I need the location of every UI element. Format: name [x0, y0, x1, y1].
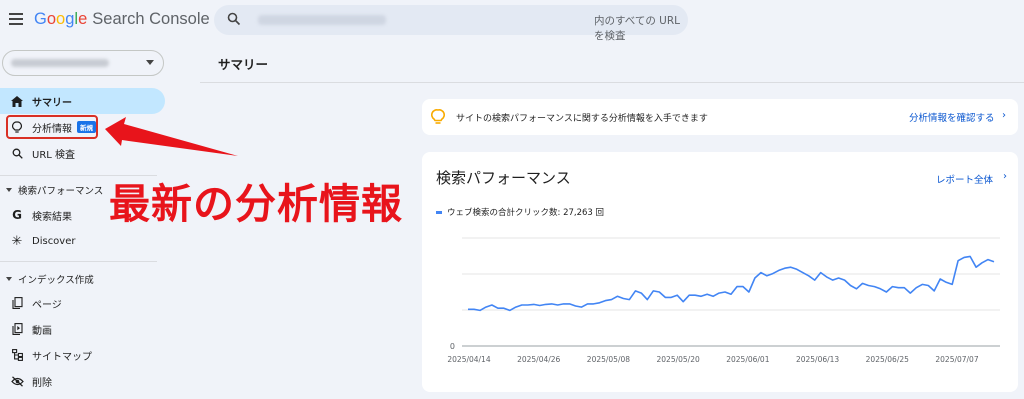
- annotation-text: 最新の分析情報: [109, 180, 403, 228]
